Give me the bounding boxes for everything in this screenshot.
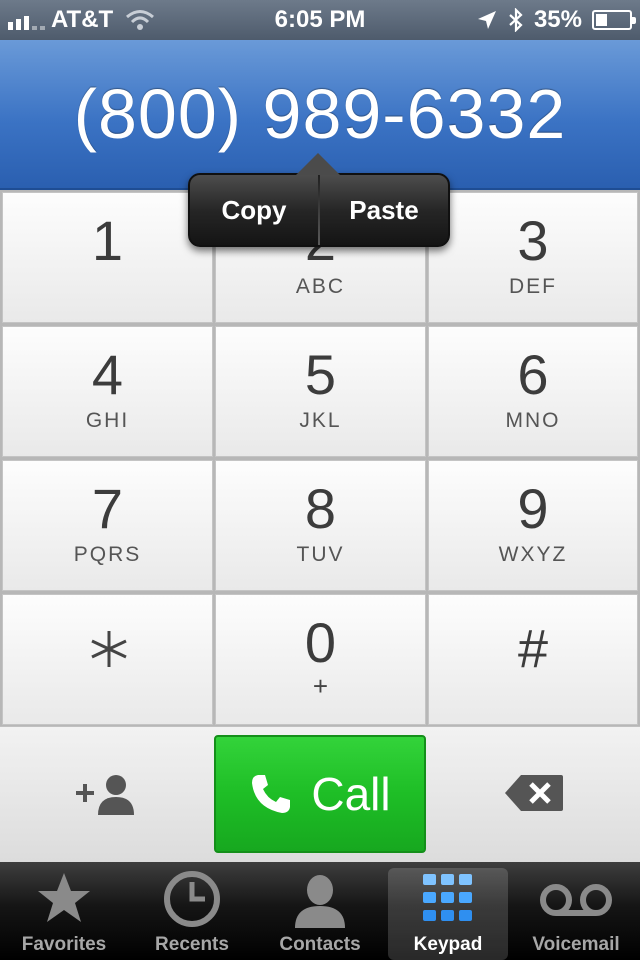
key-letters: DEF [509, 275, 557, 298]
key-letters: WXYZ [498, 543, 568, 566]
battery-icon [592, 10, 636, 30]
key-star[interactable] [2, 594, 213, 725]
voicemail-icon [540, 884, 612, 916]
key-3[interactable]: 3 DEF [428, 192, 638, 323]
edit-menu: Copy Paste [188, 173, 450, 247]
asterisk-icon [91, 631, 127, 667]
battery-percent: 35% [533, 6, 582, 33]
call-label: Call [311, 768, 391, 820]
key-letters: + [312, 671, 329, 701]
tab-label: Recents [155, 934, 229, 955]
tab-voicemail[interactable]: Voicemail [512, 862, 640, 960]
key-6[interactable]: 6 MNO [428, 326, 638, 457]
key-letters: GHI [85, 409, 130, 432]
key-4[interactable]: 4 GHI [2, 326, 213, 457]
location-arrow-icon [477, 11, 496, 29]
status-bar: AT&T 6:05 PM 35% [0, 0, 640, 40]
person-icon [295, 875, 345, 928]
key-digit: 1 [91, 209, 124, 272]
key-1[interactable]: 1 [2, 192, 213, 323]
key-digit: 3 [517, 209, 549, 272]
key-9[interactable]: 9 WXYZ [428, 460, 638, 591]
key-5[interactable]: 5 JKL [215, 326, 426, 457]
key-digit: 4 [91, 343, 124, 406]
add-person-icon [76, 775, 134, 815]
copy-button[interactable]: Copy [190, 175, 318, 245]
keypad-icon [423, 874, 472, 921]
bluetooth-icon [509, 8, 523, 32]
key-digit: 6 [517, 343, 549, 406]
key-7[interactable]: 7 PQRS [2, 460, 213, 591]
key-hash[interactable]: # [428, 594, 638, 725]
tab-favorites[interactable]: Favorites [0, 862, 128, 960]
key-letters: PQRS [73, 543, 142, 566]
key-digit: 0 [304, 611, 337, 674]
action-row: Call [0, 726, 640, 862]
key-0[interactable]: 0 + [215, 594, 426, 725]
tab-keypad[interactable]: Keypad [388, 868, 508, 960]
phone-icon [252, 775, 291, 813]
tab-label: Contacts [279, 934, 361, 955]
paste-button[interactable]: Paste [320, 175, 448, 245]
key-letters: ABC [295, 275, 346, 298]
key-letters: MNO [505, 409, 561, 432]
tab-label: Favorites [21, 934, 107, 955]
tab-contacts[interactable]: Contacts [256, 862, 384, 960]
tab-label: Voicemail [532, 934, 620, 955]
key-digit: 5 [304, 343, 337, 406]
key-digit: 9 [517, 477, 549, 540]
edit-menu-arrow [296, 153, 340, 175]
tab-bar: Favorites Recents Contacts Keypad Voicem… [0, 862, 640, 960]
tab-label: Keypad [413, 934, 483, 955]
key-digit: 8 [304, 477, 337, 540]
key-digit: 7 [91, 477, 124, 540]
tab-recents[interactable]: Recents [128, 862, 256, 960]
key-letters: TUV [296, 543, 345, 566]
keypad: 1 2 ABC 3 DEF 4 GHI 5 JKL 6 MNO 7 PQRS 8… [0, 190, 640, 726]
hash-symbol: # [517, 619, 549, 679]
key-letters: JKL [299, 409, 342, 432]
delete-button[interactable] [427, 727, 640, 863]
clock-icon [164, 871, 220, 927]
add-contact-button[interactable] [0, 727, 213, 863]
dialed-number[interactable]: (800) 989-6332 [0, 74, 640, 154]
backspace-icon [505, 775, 563, 811]
call-button[interactable]: Call [214, 735, 426, 853]
key-8[interactable]: 8 TUV [215, 460, 426, 591]
star-icon [38, 873, 90, 922]
